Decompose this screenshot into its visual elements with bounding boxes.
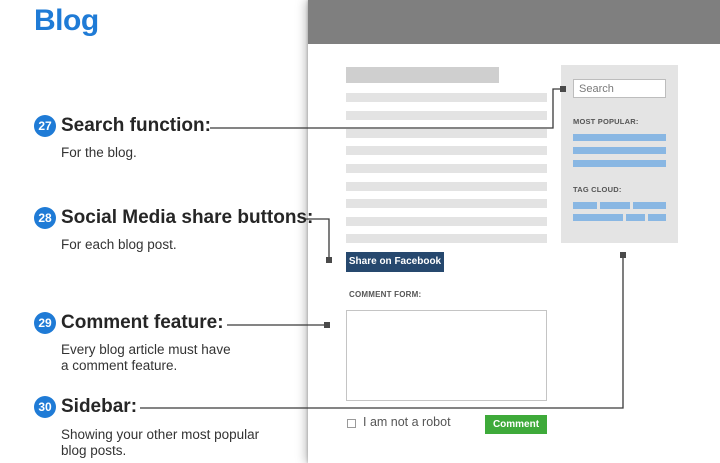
callout-title: Search function: <box>61 115 211 136</box>
callout-title: Comment feature: <box>61 312 224 333</box>
tag-link[interactable] <box>600 202 630 209</box>
text-line-placeholder <box>346 199 547 208</box>
tag-link[interactable] <box>633 202 666 209</box>
callout-number-badge: 27 <box>34 115 56 137</box>
callout-title: Social Media share buttons: <box>61 207 314 228</box>
callout-description: For each blog post. <box>61 237 177 252</box>
share-on-facebook-button[interactable]: Share on Facebook <box>346 252 444 272</box>
comment-textarea[interactable] <box>346 310 547 401</box>
callout-number-badge: 28 <box>34 207 56 229</box>
popular-post-link[interactable] <box>573 147 666 154</box>
tag-cloud-label: TAG CLOUD: <box>573 185 622 194</box>
comment-submit-button[interactable]: Comment <box>485 415 547 434</box>
text-line-placeholder <box>346 129 547 138</box>
tag-link[interactable] <box>573 214 623 221</box>
callout-title: Sidebar: <box>61 396 138 417</box>
sidebar: MOST POPULAR: TAG CLOUD: <box>561 65 678 243</box>
robot-check-label: I am not a robot <box>363 415 451 429</box>
popular-post-link[interactable] <box>573 134 666 141</box>
callout-number-badge: 30 <box>34 396 56 418</box>
text-line-placeholder <box>346 111 547 120</box>
callout-number-badge: 29 <box>34 312 56 334</box>
popular-post-link[interactable] <box>573 160 666 167</box>
text-line-placeholder <box>346 234 547 243</box>
blog-mockup: Share on Facebook COMMENT FORM: I am not… <box>308 0 720 463</box>
text-line-placeholder <box>346 93 547 102</box>
text-line-placeholder <box>346 217 547 226</box>
tag-link[interactable] <box>648 214 666 221</box>
post-title-placeholder <box>346 67 499 83</box>
page-title: Blog <box>34 4 99 37</box>
text-line-placeholder <box>346 182 547 191</box>
text-line-placeholder <box>346 164 547 173</box>
tag-link[interactable] <box>573 202 597 209</box>
callout-description: For the blog. <box>61 145 137 160</box>
search-input[interactable] <box>573 79 666 98</box>
most-popular-label: MOST POPULAR: <box>573 117 639 126</box>
callout-description: Every blog article must have <box>61 342 231 357</box>
callout-description: Showing your other most popular <box>61 427 260 442</box>
comment-form-label: COMMENT FORM: <box>349 290 422 299</box>
text-line-placeholder <box>346 146 547 155</box>
callout-description: a comment feature. <box>61 358 178 373</box>
tag-link[interactable] <box>626 214 645 221</box>
mockup-header-bar <box>308 0 720 44</box>
callout-description: blog posts. <box>61 443 127 458</box>
robot-checkbox[interactable] <box>347 419 356 428</box>
